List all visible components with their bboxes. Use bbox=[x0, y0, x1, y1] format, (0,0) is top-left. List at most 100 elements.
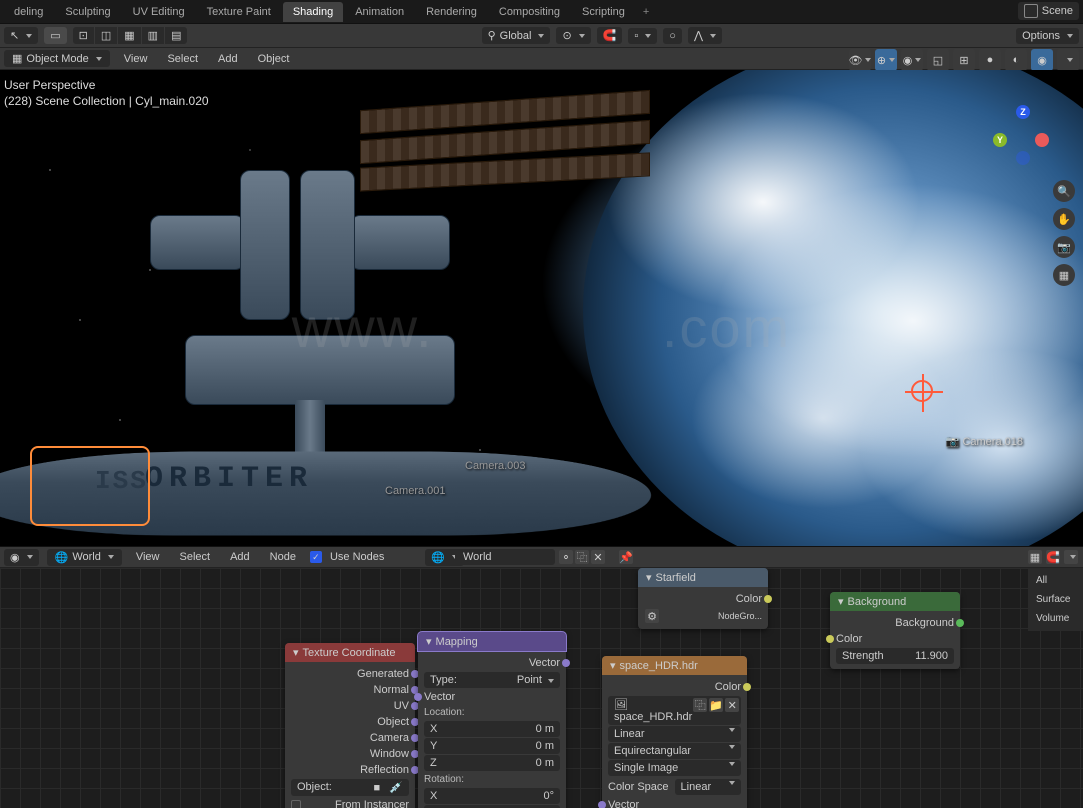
snap-toggle[interactable]: 🧲 bbox=[597, 27, 623, 44]
socket-color-in[interactable] bbox=[826, 635, 834, 643]
menu-add[interactable]: Add bbox=[212, 51, 244, 67]
interpolation-dropdown[interactable]: Linear bbox=[608, 726, 741, 742]
node-header[interactable]: ▾ Starfield bbox=[638, 568, 768, 587]
tab-rendering[interactable]: Rendering bbox=[416, 2, 487, 22]
socket-vector-in[interactable] bbox=[598, 801, 606, 808]
menu-object[interactable]: Object bbox=[252, 51, 296, 67]
visibility-icon[interactable]: 👁 bbox=[849, 49, 871, 71]
from-instancer-checkbox[interactable] bbox=[291, 800, 301, 808]
gizmo-x-axis[interactable] bbox=[1035, 133, 1049, 147]
nav-gizmo[interactable]: Z Y bbox=[993, 105, 1053, 165]
zoom-icon[interactable]: 🔍 bbox=[1053, 180, 1075, 202]
overlay-toggle-icon[interactable]: ◉ bbox=[901, 49, 923, 71]
socket-vector-in[interactable] bbox=[414, 693, 422, 701]
snap-vol-icon[interactable]: ▥ bbox=[142, 27, 164, 44]
tab-modeling[interactable]: deling bbox=[4, 2, 53, 22]
overlay-icon[interactable]: ▦ bbox=[1028, 550, 1042, 564]
sidebar-volume[interactable]: Volume bbox=[1032, 610, 1079, 627]
scene-selector[interactable]: Scene bbox=[1018, 2, 1079, 20]
gizmo-y-axis[interactable]: Y bbox=[993, 133, 1007, 147]
select-tool-icon[interactable]: ▭ bbox=[44, 27, 66, 44]
source-dropdown[interactable]: Single Image bbox=[608, 760, 741, 776]
shader-menu-view[interactable]: View bbox=[130, 549, 166, 565]
open-icon[interactable]: 📁 bbox=[709, 698, 723, 712]
snap-edge-icon[interactable]: ◫ bbox=[95, 27, 117, 44]
gizmo-toggle-icon[interactable]: ⊕ bbox=[875, 49, 897, 71]
mode-selector[interactable]: ▦ Object Mode bbox=[4, 50, 110, 67]
tab-shading[interactable]: Shading bbox=[283, 2, 343, 22]
pin-icon[interactable]: ⚬ bbox=[559, 550, 573, 564]
node-texture-coordinate[interactable]: ▾ Texture Coordinate Generated Normal UV… bbox=[285, 643, 415, 808]
nodegroup-icon[interactable]: ⚙ bbox=[645, 609, 659, 623]
camera-view-icon[interactable]: 📷 bbox=[1053, 236, 1075, 258]
browse-icon[interactable]: ⿻ bbox=[693, 698, 707, 712]
shading-rendered-icon[interactable]: ◉ bbox=[1031, 49, 1053, 71]
sidebar-surface[interactable]: Surface bbox=[1032, 591, 1079, 608]
gizmo-neg-axis[interactable] bbox=[1016, 151, 1030, 165]
tab-texture-paint[interactable]: Texture Paint bbox=[197, 2, 281, 22]
gizmo-z-axis[interactable]: Z bbox=[1016, 105, 1030, 119]
persp-ortho-icon[interactable]: ▦ bbox=[1053, 264, 1075, 286]
snap-type[interactable]: ▫ bbox=[628, 28, 657, 44]
tab-sculpting[interactable]: Sculpting bbox=[55, 2, 120, 22]
options-button[interactable]: Options bbox=[1016, 28, 1079, 44]
pan-icon[interactable]: ✋ bbox=[1053, 208, 1075, 230]
copy-icon[interactable]: ⿻ bbox=[575, 550, 589, 564]
socket-background-out[interactable] bbox=[956, 619, 964, 627]
snap-inc-icon[interactable]: ▤ bbox=[165, 27, 187, 44]
node-environment-texture[interactable]: ▾ space_HDR.hdr Color 🖼 space_HDR.hdr⿻📁✕… bbox=[602, 656, 747, 808]
loc-x-field[interactable]: X0 m bbox=[424, 721, 560, 737]
node-starfield[interactable]: ▾ Starfield Color ⚙NodeGro... bbox=[638, 568, 768, 629]
editor-type-icon[interactable]: ◉ bbox=[4, 549, 39, 566]
node-header[interactable]: ▾ space_HDR.hdr bbox=[602, 656, 747, 675]
cursor-tool-icon[interactable]: ↖ bbox=[4, 27, 38, 44]
socket-color-out[interactable] bbox=[764, 595, 772, 603]
xray-icon[interactable]: ◱ bbox=[927, 49, 949, 71]
menu-select[interactable]: Select bbox=[161, 51, 204, 67]
pivot-selector[interactable]: ⊙ bbox=[556, 27, 590, 44]
use-nodes-checkbox[interactable]: ✓ bbox=[310, 551, 322, 563]
shader-menu-node[interactable]: Node bbox=[264, 549, 302, 565]
object-field[interactable]: Object:■ 💉 bbox=[291, 779, 409, 796]
shading-wireframe-icon[interactable]: ⊞ bbox=[953, 49, 975, 71]
shading-solid-icon[interactable]: ● bbox=[979, 49, 1001, 71]
socket-color-out[interactable] bbox=[743, 683, 751, 691]
node-background[interactable]: ▾ Background Background Color Strength11… bbox=[830, 592, 960, 669]
unlink-icon[interactable]: ✕ bbox=[725, 698, 739, 712]
node-header[interactable]: ▾ Texture Coordinate bbox=[285, 643, 415, 662]
socket-vector-out[interactable] bbox=[562, 659, 570, 667]
shader-menu-select[interactable]: Select bbox=[174, 549, 217, 565]
orientation-selector[interactable]: ⚲ Global bbox=[482, 27, 551, 44]
shader-type-selector[interactable]: 🌐 World bbox=[47, 549, 122, 566]
node-header[interactable]: ▾ Background bbox=[830, 592, 960, 611]
prop-falloff[interactable]: ⋀ bbox=[688, 27, 722, 44]
projection-dropdown[interactable]: Equirectangular bbox=[608, 743, 741, 759]
snap-vertex-icon[interactable]: ⊡ bbox=[73, 27, 94, 44]
shading-options-icon[interactable] bbox=[1057, 49, 1079, 71]
world-datablock[interactable]: World bbox=[455, 549, 555, 565]
tab-uv-editing[interactable]: UV Editing bbox=[123, 2, 195, 22]
colorspace-dropdown[interactable]: Linear bbox=[675, 779, 741, 795]
unlink-icon[interactable]: ✕ bbox=[591, 550, 605, 564]
shader-menu-add[interactable]: Add bbox=[224, 549, 256, 565]
node-header[interactable]: ▾ Mapping bbox=[418, 632, 566, 651]
pin-node-icon[interactable]: 📌 bbox=[619, 550, 633, 564]
image-file-field[interactable]: 🖼 space_HDR.hdr⿻📁✕ bbox=[608, 696, 741, 725]
tab-scripting[interactable]: Scripting bbox=[572, 2, 635, 22]
snap-icon[interactable]: 🧲 bbox=[1046, 550, 1060, 564]
rot-x-field[interactable]: X0° bbox=[424, 788, 560, 804]
menu-view[interactable]: View bbox=[118, 51, 154, 67]
mapping-type-dropdown[interactable]: Type:Point bbox=[424, 672, 560, 688]
loc-y-field[interactable]: Y0 m bbox=[424, 738, 560, 754]
proportional-edit[interactable]: ○ bbox=[663, 28, 682, 44]
tab-add-button[interactable]: + bbox=[637, 4, 655, 20]
loc-z-field[interactable]: Z0 m bbox=[424, 755, 560, 771]
3d-viewport[interactable]: ISS ORBITER User Perspective (228) Scene… bbox=[0, 70, 1083, 546]
strength-field[interactable]: Strength11.900 bbox=[836, 648, 954, 664]
snap-face-icon[interactable]: ▦ bbox=[118, 27, 140, 44]
tab-compositing[interactable]: Compositing bbox=[489, 2, 570, 22]
node-mapping[interactable]: ▾ Mapping Vector Type:Point Vector Locat… bbox=[418, 632, 566, 808]
shading-material-icon[interactable]: ◐ bbox=[1005, 49, 1027, 71]
snap-type-icon[interactable] bbox=[1064, 550, 1078, 564]
tab-animation[interactable]: Animation bbox=[345, 2, 414, 22]
